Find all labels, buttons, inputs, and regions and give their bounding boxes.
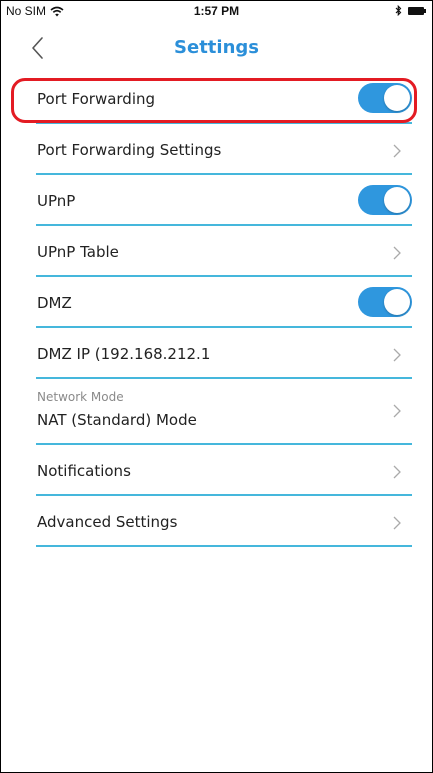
dmz-ip-label: DMZ IP (192.168.212.1 <box>37 345 211 363</box>
toggle-knob <box>384 289 410 315</box>
page-title: Settings <box>174 37 259 58</box>
upnp-table-label: UPnP Table <box>37 243 119 261</box>
network-mode-row[interactable]: Network Mode NAT (Standard) Mode <box>36 379 412 445</box>
chevron-right-icon <box>393 465 401 479</box>
dmz-label: DMZ <box>37 294 72 312</box>
dmz-row: DMZ <box>36 277 412 328</box>
settings-screen: No SIM 1:57 PM Settings Port Forwarding <box>0 0 433 773</box>
port-forwarding-row: Port Forwarding <box>36 73 412 124</box>
chevron-right-icon <box>393 404 401 418</box>
upnp-toggle[interactable] <box>358 185 412 215</box>
upnp-label: UPnP <box>37 192 76 210</box>
toggle-knob <box>384 187 410 213</box>
chevron-right-icon <box>393 348 401 362</box>
network-mode-value: NAT (Standard) Mode <box>37 411 197 429</box>
port-forwarding-label: Port Forwarding <box>37 90 156 108</box>
battery-icon <box>408 6 426 15</box>
status-bar: No SIM 1:57 PM <box>1 1 432 23</box>
advanced-settings-row[interactable]: Advanced Settings <box>36 496 412 547</box>
port-forwarding-settings-label: Port Forwarding Settings <box>37 141 222 159</box>
notifications-label: Notifications <box>37 462 131 480</box>
upnp-row: UPnP <box>36 175 412 226</box>
status-time: 1:57 PM <box>193 4 240 18</box>
port-forwarding-settings-row[interactable]: Port Forwarding Settings <box>36 124 412 175</box>
dmz-toggle[interactable] <box>358 287 412 317</box>
dmz-ip-row[interactable]: DMZ IP (192.168.212.1 <box>36 328 412 379</box>
network-mode-caption: Network Mode <box>37 390 124 404</box>
upnp-table-row[interactable]: UPnP Table <box>36 226 412 277</box>
port-forwarding-toggle[interactable] <box>358 83 412 113</box>
settings-list: Port Forwarding Port Forwarding Settings… <box>1 73 432 547</box>
chevron-right-icon <box>393 516 401 530</box>
chevron-right-icon <box>393 144 401 158</box>
bluetooth-icon <box>395 5 402 16</box>
nav-bar: Settings <box>1 23 432 73</box>
notifications-row[interactable]: Notifications <box>36 445 412 496</box>
status-right-icons <box>395 5 426 16</box>
advanced-settings-label: Advanced Settings <box>37 513 178 531</box>
toggle-knob <box>384 85 410 111</box>
chevron-right-icon <box>393 246 401 260</box>
